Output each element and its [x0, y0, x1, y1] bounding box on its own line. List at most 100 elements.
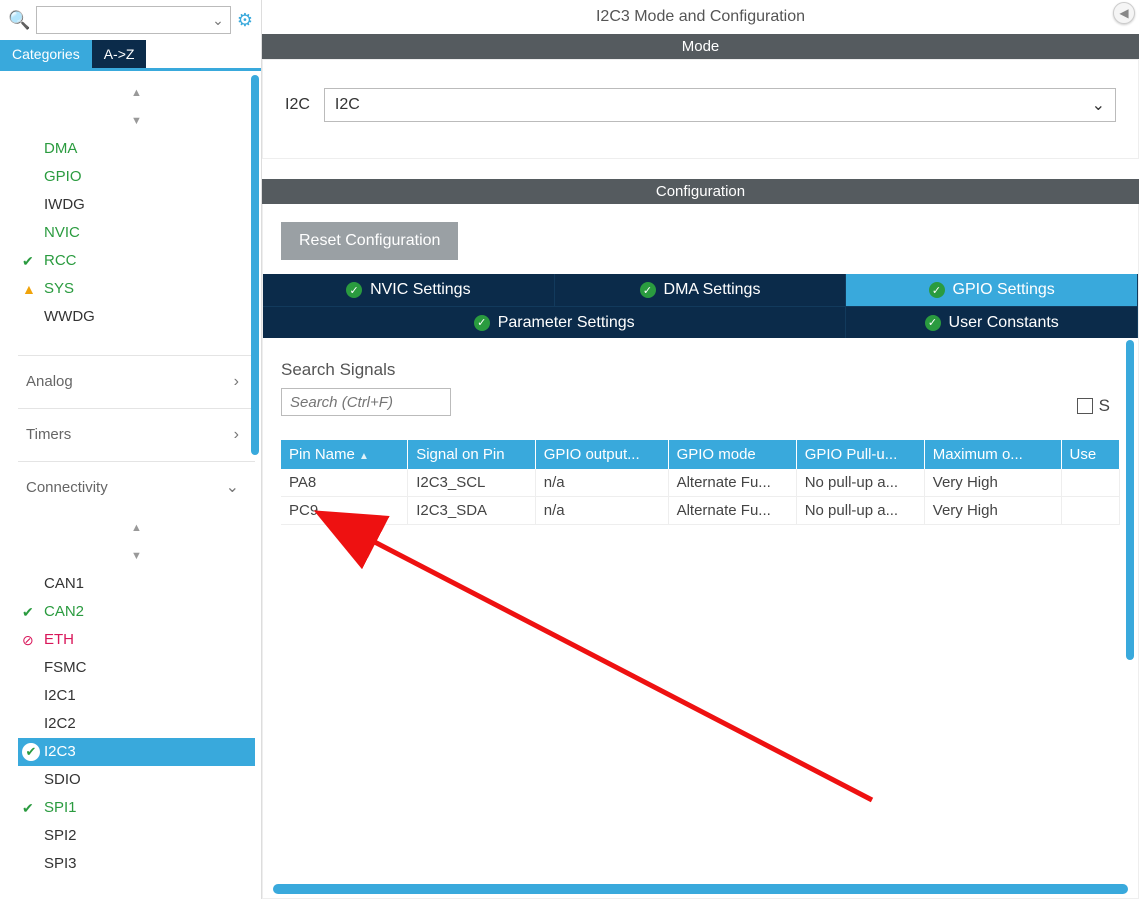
tab-parameter-settings[interactable]: ✓ Parameter Settings — [263, 306, 846, 338]
tab-a-z[interactable]: A->Z — [92, 40, 147, 68]
config-scrollbar-thumb[interactable] — [1126, 340, 1134, 660]
check-circle-icon: ✓ — [474, 315, 490, 331]
sidebar-item-can1[interactable]: CAN1 — [18, 570, 255, 598]
sidebar-item-label: I2C2 — [44, 715, 76, 732]
gear-icon[interactable]: ⚙ — [237, 10, 253, 31]
chevron-down-icon: ⌄ — [212, 12, 224, 29]
table-cell: n/a — [535, 469, 668, 497]
column-header[interactable]: GPIO mode — [668, 440, 796, 469]
sidebar-item-label: SPI1 — [44, 799, 77, 816]
chevron-icon: › — [234, 368, 239, 396]
right-panel: I2C3 Mode and Configuration ◀ Mode I2C I… — [262, 0, 1139, 899]
check-circle-icon: ✔ — [22, 743, 40, 761]
sidebar-item-label: WWDG — [44, 308, 95, 325]
left-tab-row: Categories A->Z — [0, 40, 261, 71]
config-body: Search Signals S Pin Name ▲Signal on Pin… — [263, 338, 1138, 898]
tab-gpio-settings[interactable]: ✓GPIO Settings — [846, 274, 1138, 306]
sidebar-item-fsmc[interactable]: FSMC — [18, 654, 255, 682]
table-cell: No pull-up a... — [796, 497, 924, 525]
sidebar-item-label: CAN2 — [44, 603, 84, 620]
sidebar-item-nvic[interactable]: NVIC — [18, 219, 255, 247]
config-title: I2C3 Mode and Configuration ◀ — [262, 0, 1139, 34]
table-cell — [1061, 497, 1119, 525]
sidebar-item-spi2[interactable]: SPI2 — [18, 822, 255, 850]
tree-section-label: Analog — [26, 368, 73, 396]
column-header[interactable]: Use — [1061, 440, 1119, 469]
sidebar-item-i2c2[interactable]: I2C2 — [18, 710, 255, 738]
search-signals-label: Search Signals — [281, 360, 1120, 380]
tab-categories[interactable]: Categories — [0, 40, 92, 68]
sidebar-item-label: DMA — [44, 140, 77, 157]
sidebar-item-label: NVIC — [44, 224, 80, 241]
tree-section-timers[interactable]: Timers › — [18, 408, 255, 461]
config-section-header: Configuration — [262, 179, 1139, 204]
table-cell: Alternate Fu... — [668, 469, 796, 497]
tree-section-connectivity[interactable]: Connectivity ⌄ — [18, 461, 255, 514]
column-header[interactable]: Maximum o... — [924, 440, 1061, 469]
tree-section-analog[interactable]: Analog › — [18, 355, 255, 408]
column-header[interactable]: GPIO Pull-u... — [796, 440, 924, 469]
check-icon: ✔ — [22, 247, 34, 275]
chevron-icon: › — [234, 421, 239, 449]
horizontal-scrollbar-thumb[interactable] — [273, 884, 1128, 894]
mode-section-header: Mode — [262, 34, 1139, 59]
table-row[interactable]: PC9I2C3_SDAn/aAlternate Fu...No pull-up … — [281, 497, 1120, 525]
column-header[interactable]: GPIO output... — [535, 440, 668, 469]
sidebar-item-gpio[interactable]: GPIO — [18, 163, 255, 191]
config-tabs: ✓NVIC Settings ✓DMA Settings ✓GPIO Setti… — [263, 274, 1138, 338]
show-checkbox[interactable]: S — [1077, 396, 1110, 416]
table-cell: PA8 — [281, 469, 408, 497]
tab-user-constants[interactable]: ✓User Constants — [846, 306, 1138, 338]
sidebar-item-label: FSMC — [44, 659, 87, 676]
sidebar-item-i2c1[interactable]: I2C1 — [18, 682, 255, 710]
chevron-down-icon: ⌄ — [1092, 95, 1105, 115]
tab-nvic-settings[interactable]: ✓ NVIC Settings — [263, 274, 555, 306]
sort-arrows-icon[interactable]: ▲▼ — [18, 79, 255, 135]
sidebar-item-sdio[interactable]: SDIO — [18, 766, 255, 794]
checkbox-label-fragment: S — [1099, 396, 1110, 416]
sidebar-item-spi3[interactable]: SPI3 — [18, 850, 255, 878]
peripheral-search-combo[interactable]: ⌄ — [36, 6, 230, 34]
table-cell: I2C3_SDA — [408, 497, 536, 525]
reset-configuration-button[interactable]: Reset Configuration — [281, 222, 458, 260]
sidebar-item-i2c3[interactable]: ✔ I2C3 — [18, 738, 255, 766]
tab-dma-settings[interactable]: ✓DMA Settings — [555, 274, 847, 306]
check-icon: ✔ — [22, 598, 34, 626]
sidebar-item-label: SYS — [44, 280, 74, 297]
column-header[interactable]: Signal on Pin — [408, 440, 536, 469]
table-cell: I2C3_SCL — [408, 469, 536, 497]
table-row[interactable]: PA8I2C3_SCLn/aAlternate Fu...No pull-up … — [281, 469, 1120, 497]
column-header[interactable]: Pin Name ▲ — [281, 440, 408, 469]
sidebar-item-dma[interactable]: DMA — [18, 135, 255, 163]
sidebar-item-sys[interactable]: ▲ SYS — [18, 275, 255, 303]
sidebar-item-can2[interactable]: ✔ CAN2 — [18, 598, 255, 626]
sort-arrows-icon[interactable]: ▲▼ — [18, 514, 255, 570]
tab-label: Parameter Settings — [498, 314, 635, 332]
table-cell: Alternate Fu... — [668, 497, 796, 525]
search-icon[interactable]: 🔍 — [8, 10, 30, 31]
sidebar-item-label: RCC — [44, 252, 77, 269]
warning-icon: ▲ — [22, 275, 36, 303]
sidebar-item-spi1[interactable]: ✔ SPI1 — [18, 794, 255, 822]
sidebar-item-label: SPI2 — [44, 827, 77, 844]
config-block: Reset Configuration ✓NVIC Settings ✓DMA … — [262, 204, 1139, 899]
mode-select[interactable]: I2C ⌄ — [324, 88, 1116, 122]
search-signals-input[interactable] — [281, 388, 451, 416]
sidebar-item-iwdg[interactable]: IWDG — [18, 191, 255, 219]
collapse-button[interactable]: ◀ — [1113, 2, 1135, 24]
sidebar-item-eth[interactable]: ⊘ ETH — [18, 626, 255, 654]
table-cell — [1061, 469, 1119, 497]
tree-section-label: Timers — [26, 421, 71, 449]
sidebar-item-wwdg[interactable]: WWDG — [18, 303, 255, 331]
checkbox-icon — [1077, 398, 1093, 414]
tab-label: DMA Settings — [664, 281, 761, 299]
sidebar-item-label: SPI3 — [44, 855, 77, 872]
check-circle-icon: ✓ — [346, 282, 362, 298]
mode-label: I2C — [285, 96, 310, 114]
sort-asc-icon: ▲ — [359, 451, 369, 462]
tab-label: NVIC Settings — [370, 281, 470, 299]
tree-section-label: Connectivity — [26, 474, 108, 502]
sidebar-item-rcc[interactable]: ✔ RCC — [18, 247, 255, 275]
table-cell: Very High — [924, 497, 1061, 525]
table-cell: PC9 — [281, 497, 408, 525]
